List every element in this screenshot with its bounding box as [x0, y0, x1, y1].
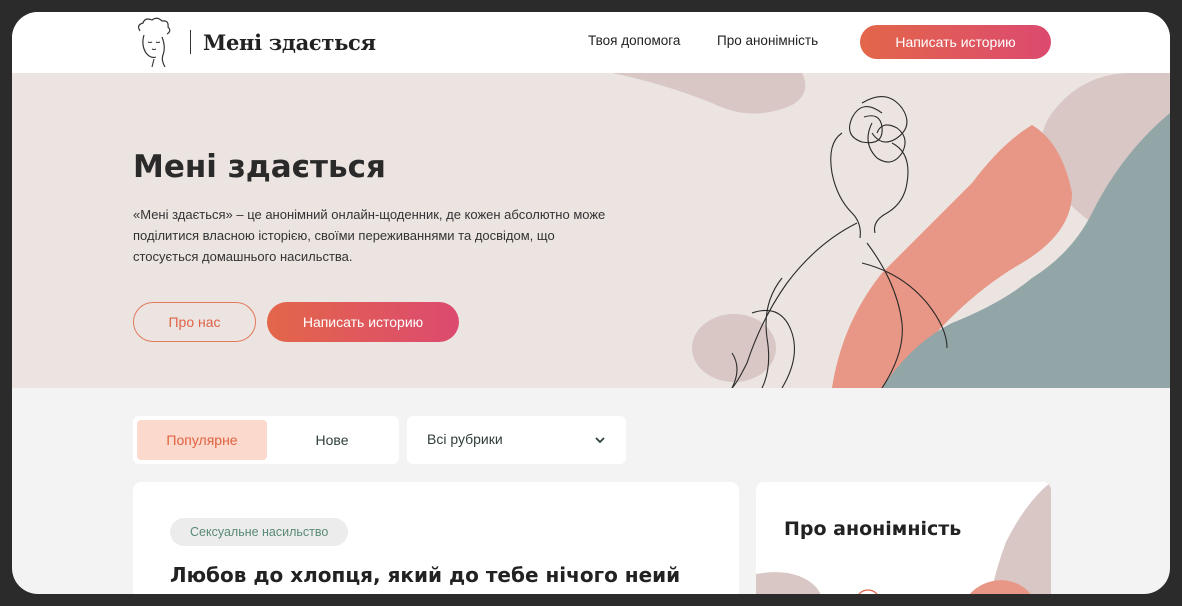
- browser-viewport: Мені здається Твоя допомога Про анонімні…: [12, 12, 1170, 594]
- logo[interactable]: Мені здається: [132, 17, 376, 67]
- site-header: Мені здається Твоя допомога Про анонімні…: [12, 12, 1170, 73]
- hero-description: «Мені здається» – це анонімний онлайн-що…: [133, 207, 606, 264]
- chevron-down-icon: [595, 437, 605, 444]
- logo-divider: [190, 30, 191, 54]
- rubric-select-value: Всі рубрики: [427, 431, 503, 447]
- tab-popular[interactable]: Популярне: [137, 420, 267, 460]
- about-button[interactable]: Про нас: [133, 302, 256, 342]
- story-card[interactable]: Сексуальне насильство Любов до хлопця, я…: [133, 482, 739, 594]
- anonymity-card: Про анонімність: [756, 482, 1051, 594]
- logo-face-icon: [137, 17, 171, 67]
- nav-link-anonymity[interactable]: Про анонімність: [717, 33, 818, 48]
- story-title[interactable]: Любов до хлопця, який до тебе нічого неи…: [170, 562, 710, 594]
- story-category-tag[interactable]: Сексуальне насильство: [170, 518, 349, 546]
- anonymity-card-title: Про анонімність: [784, 518, 962, 540]
- logo-text: Мені здається: [203, 29, 376, 55]
- nav-link-help[interactable]: Твоя допомога: [588, 33, 680, 48]
- tab-new[interactable]: Нове: [267, 420, 397, 460]
- hero-section: Мені здається «Мені здається» – це аноні…: [12, 73, 1170, 388]
- rubric-select[interactable]: Всі рубрики: [407, 416, 626, 464]
- header-write-story-button[interactable]: Написать историю: [860, 25, 1051, 59]
- hero-write-story-button[interactable]: Написать историю: [267, 302, 459, 342]
- hero-title: Мені здається: [133, 149, 386, 185]
- sort-tabs: Популярне Нове: [133, 416, 399, 464]
